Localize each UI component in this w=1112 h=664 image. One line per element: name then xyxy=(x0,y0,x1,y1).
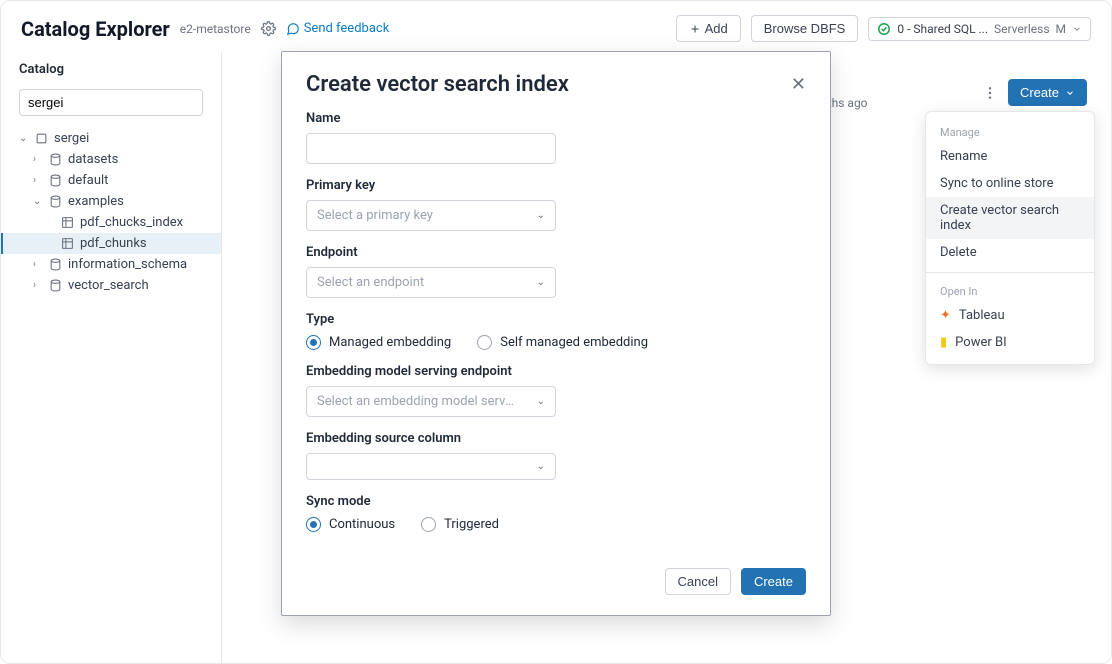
database-icon xyxy=(35,132,48,145)
schema-icon xyxy=(49,279,62,292)
radio-icon xyxy=(306,335,321,350)
embedding-endpoint-select[interactable]: Select an embedding model serving ... ⌄ xyxy=(306,386,556,417)
metastore-label: e2-metastore xyxy=(180,22,251,36)
add-button[interactable]: Add xyxy=(676,15,741,42)
chevron-right-icon: › xyxy=(33,280,43,291)
chevron-down-icon: ⌄ xyxy=(537,277,545,288)
chevron-down-icon xyxy=(1065,88,1075,98)
serverless-label: Serverless xyxy=(994,22,1050,36)
menu-item-powerbi[interactable]: ▮ Power BI xyxy=(926,329,1094,356)
schema-icon xyxy=(49,174,62,187)
page-title: Catalog Explorer xyxy=(21,17,170,41)
menu-item-sync[interactable]: Sync to online store xyxy=(926,170,1094,197)
chevron-right-icon: › xyxy=(33,259,43,270)
primary-key-select[interactable]: Select a primary key ⌄ xyxy=(306,200,556,231)
modal-title: Create vector search index xyxy=(306,72,569,97)
schema-icon xyxy=(49,258,62,271)
app-header: Catalog Explorer e2-metastore Send feedb… xyxy=(1,1,1111,52)
radio-self-managed-embedding[interactable]: Self managed embedding xyxy=(477,335,648,350)
embedding-column-select[interactable]: ⌄ xyxy=(306,453,556,480)
sql-warehouse-selector[interactable]: 0 - Shared SQL ... Serverless M xyxy=(868,17,1091,41)
chat-icon xyxy=(286,22,300,36)
name-label: Name xyxy=(306,111,806,126)
schema-icon xyxy=(49,153,62,166)
cancel-button[interactable]: Cancel xyxy=(665,568,731,595)
chevron-down-icon: ⌄ xyxy=(19,133,29,144)
tableau-icon: ✦ xyxy=(940,308,951,323)
vector-search-modal: Create vector search index ✕ Name Primar… xyxy=(281,51,831,616)
endpoint-label: Endpoint xyxy=(306,245,806,260)
endpoint-select[interactable]: Select an endpoint ⌄ xyxy=(306,267,556,298)
radio-triggered[interactable]: Triggered xyxy=(421,517,499,532)
tree-catalog[interactable]: ⌄ sergei xyxy=(1,128,221,149)
catalog-sidebar: Catalog ⌄ sergei › datasets › default ⌄ xyxy=(1,52,222,664)
feedback-label: Send feedback xyxy=(304,21,390,36)
tree-schema-information[interactable]: › information_schema xyxy=(1,254,221,275)
schema-icon xyxy=(49,195,62,208)
name-input[interactable] xyxy=(306,133,556,164)
embedding-endpoint-label: Embedding model serving endpoint xyxy=(306,364,806,379)
menu-section-manage: Manage xyxy=(926,120,1094,143)
radio-continuous[interactable]: Continuous xyxy=(306,517,395,532)
tree-table-pdf-chucks-index[interactable]: pdf_chucks_index xyxy=(1,212,221,233)
tree-schema-vector-search[interactable]: › vector_search xyxy=(1,275,221,296)
chevron-down-icon: ⌄ xyxy=(537,396,545,407)
radio-icon xyxy=(306,517,321,532)
chevron-right-icon: › xyxy=(33,154,43,165)
sql-warehouse-name: 0 - Shared SQL ... xyxy=(897,22,988,36)
menu-item-rename[interactable]: Rename xyxy=(926,143,1094,170)
primary-key-label: Primary key xyxy=(306,178,806,193)
browse-dbfs-button[interactable]: Browse DBFS xyxy=(751,15,859,42)
more-menu-button[interactable] xyxy=(982,85,998,101)
chevron-down-icon: ⌄ xyxy=(33,196,43,207)
close-icon[interactable]: ✕ xyxy=(791,74,806,95)
menu-item-vector-index[interactable]: Create vector search index xyxy=(926,197,1094,239)
tree-schema-datasets[interactable]: › datasets xyxy=(1,149,221,170)
sync-mode-label: Sync mode xyxy=(306,494,806,509)
radio-icon xyxy=(477,335,492,350)
create-button[interactable]: Create xyxy=(1008,79,1087,106)
send-feedback-link[interactable]: Send feedback xyxy=(286,21,390,36)
sidebar-header: Catalog xyxy=(1,58,221,85)
radio-managed-embedding[interactable]: Managed embedding xyxy=(306,335,451,350)
menu-divider xyxy=(926,272,1094,273)
chevron-down-icon: ⌄ xyxy=(537,461,545,472)
catalog-tree: ⌄ sergei › datasets › default ⌄ examples xyxy=(1,126,221,298)
catalog-search-input[interactable] xyxy=(19,89,203,116)
menu-item-delete[interactable]: Delete xyxy=(926,239,1094,266)
radio-icon xyxy=(421,517,436,532)
tree-schema-examples[interactable]: ⌄ examples xyxy=(1,191,221,212)
chevron-down-icon: ⌄ xyxy=(537,210,545,221)
embedding-column-label: Embedding source column xyxy=(306,431,806,446)
gear-icon[interactable] xyxy=(261,21,276,36)
chevron-right-icon: › xyxy=(33,175,43,186)
powerbi-icon: ▮ xyxy=(940,335,947,350)
size-label: M xyxy=(1056,22,1066,36)
chevron-down-icon xyxy=(1072,24,1082,34)
plus-icon xyxy=(689,23,701,35)
create-index-button[interactable]: Create xyxy=(741,568,806,595)
type-label: Type xyxy=(306,312,806,327)
menu-section-openin: Open In xyxy=(926,279,1094,302)
table-icon xyxy=(61,216,74,229)
status-healthy-icon xyxy=(877,22,891,36)
tree-table-pdf-chunks[interactable]: pdf_chunks xyxy=(1,233,221,254)
table-icon xyxy=(61,237,74,250)
tree-schema-default[interactable]: › default xyxy=(1,170,221,191)
create-dropdown-menu: Manage Rename Sync to online store Creat… xyxy=(925,111,1095,365)
menu-item-tableau[interactable]: ✦ Tableau xyxy=(926,302,1094,329)
